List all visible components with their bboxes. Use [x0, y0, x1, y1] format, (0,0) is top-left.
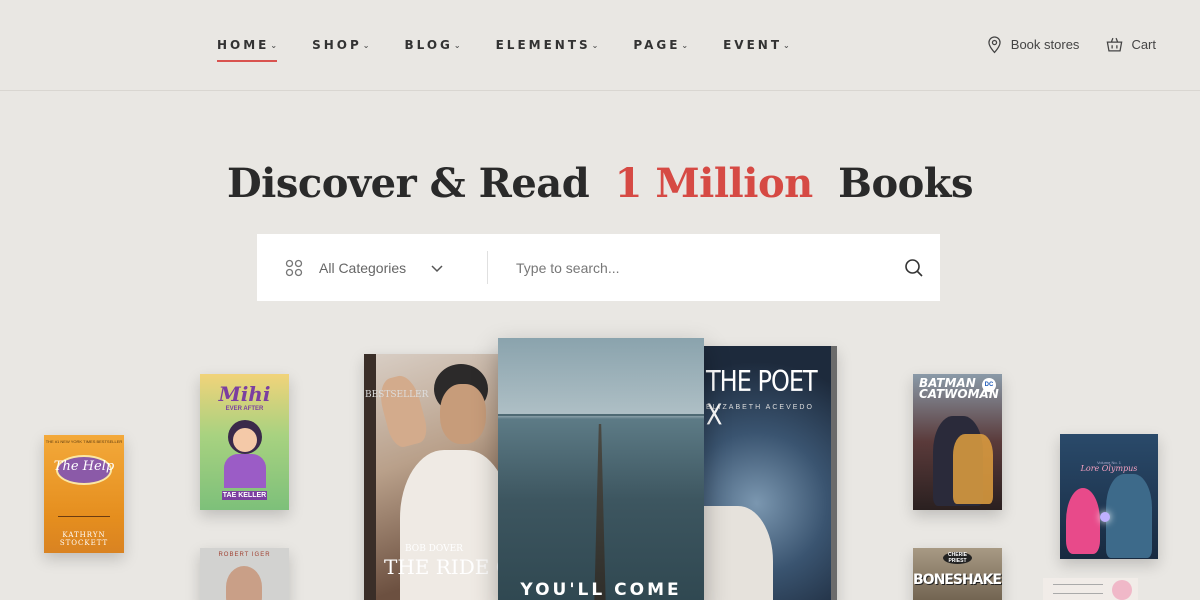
nav-item-blog[interactable]: BLOG ⌄	[404, 38, 460, 52]
book-tagline: THE #1 NEW YORK TIMES BESTSELLER	[45, 439, 123, 444]
illustration-glow	[1100, 512, 1110, 522]
nav-item-event[interactable]: EVENT ⌄	[723, 38, 790, 52]
book-author: ROBERT IGER	[218, 552, 271, 558]
cart-link[interactable]: Cart	[1105, 35, 1156, 54]
nav-label: PAGE	[633, 38, 681, 52]
category-select[interactable]: All Categories	[257, 234, 487, 301]
nav-item-page[interactable]: PAGE ⌄	[633, 38, 688, 52]
chevron-down-icon: ⌄	[681, 40, 689, 50]
illustration-hand	[375, 372, 431, 450]
nav-label: HOME	[217, 38, 270, 52]
author-portrait	[226, 566, 262, 600]
book-cover-iger[interactable]: ROBERT IGER	[200, 548, 289, 600]
book-cover-batman-catwoman[interactable]: BATMAN CATWOMAN DC	[913, 374, 1002, 510]
chevron-down-icon: ⌄	[270, 40, 278, 50]
book-title: YOU'LL COME	[520, 580, 682, 600]
book-author: ELIZABETH ACEVEDO	[706, 404, 814, 411]
book-subtitle: EVER AFTER	[225, 406, 264, 412]
illustration-figure	[1106, 474, 1152, 558]
nav-label: ELEMENTS	[495, 38, 591, 52]
search-button[interactable]	[888, 234, 940, 301]
main-nav: HOME ⌄ SHOP ⌄ BLOG ⌄ ELEMENTS ⌄ PAGE ⌄ E…	[217, 38, 825, 62]
book-title: BONESHAKER	[913, 572, 1002, 588]
pier-illustration	[594, 424, 606, 600]
hero-title-accent: 1 Million	[614, 160, 814, 207]
grid-icon	[285, 259, 303, 276]
book-stores-label: Book stores	[1010, 37, 1080, 52]
illustration-cloth	[703, 506, 773, 600]
author-badge: CHERIE PRIEST	[943, 552, 972, 564]
book-cover-ride-of-a-lifetime[interactable]: BESTSELLER BOB DOVER THE RIDE OF A LIFET…	[364, 354, 504, 600]
basket-icon	[1107, 37, 1123, 52]
chevron-down-icon: ⌄	[362, 40, 370, 50]
book-cover-poet-x[interactable]: THE POET X ELIZABETH ACEVEDO	[703, 346, 837, 600]
nav-item-home[interactable]: HOME ⌄	[217, 38, 278, 62]
search-input[interactable]	[488, 259, 888, 276]
horizon-line	[498, 414, 704, 416]
site-header: HOME ⌄ SHOP ⌄ BLOG ⌄ ELEMENTS ⌄ PAGE ⌄ E…	[0, 0, 1200, 91]
book-cover-partial[interactable]	[1043, 578, 1138, 600]
book-author: BOB DOVER	[405, 544, 463, 554]
book-cover-boneshaker[interactable]: CHERIE PRIEST BONESHAKER	[913, 548, 1002, 600]
book-edge	[831, 346, 837, 600]
map-pin-icon	[988, 36, 1001, 54]
book-title: THE RIDE OF A LIFETIME	[384, 555, 504, 579]
illustration-face	[233, 428, 257, 452]
illustration-face	[440, 384, 486, 444]
book-title: Mihi	[218, 382, 271, 406]
book-cover-the-help[interactable]: THE #1 NEW YORK TIMES BESTSELLER The Hel…	[44, 435, 124, 553]
publisher-logo: DC	[982, 378, 996, 392]
header-actions: Book stores Cart	[985, 35, 1156, 54]
wire-illustration	[58, 516, 110, 517]
spine-text: BESTSELLER	[365, 384, 428, 406]
nav-label: SHOP	[312, 38, 362, 52]
book-cover-youll-come[interactable]: YOU'LL COME	[498, 338, 704, 600]
flower-illustration	[1112, 580, 1132, 600]
nav-label: EVENT	[723, 38, 783, 52]
book-title: Lore Olympus	[1080, 464, 1138, 473]
book-title: The Help	[53, 459, 115, 474]
nav-item-elements[interactable]: ELEMENTS ⌄	[496, 38, 599, 52]
illustration-figure-pink	[1066, 488, 1100, 554]
hero-title-after: Books	[838, 160, 974, 207]
illustration-catwoman	[953, 434, 993, 504]
illustration-body	[224, 454, 266, 488]
search-icon	[905, 258, 923, 277]
chevron-down-icon: ⌄	[783, 40, 790, 50]
book-title: THE POET X	[706, 364, 818, 432]
book-author: KATHRYN STOCKETT	[59, 531, 109, 547]
book-cover-lore-olympus[interactable]: Volume No. 1 Lore Olympus	[1060, 434, 1158, 559]
nav-label: BLOG	[404, 38, 453, 52]
book-author: TAE KELLER	[222, 491, 267, 500]
chevron-down-icon: ⌄	[591, 40, 599, 50]
chevron-down-icon: ⌄	[453, 40, 461, 50]
chevron-down-icon	[431, 264, 443, 272]
nav-item-shop[interactable]: SHOP ⌄	[312, 38, 369, 52]
text-lines	[1053, 584, 1103, 594]
hero-title: Discover & Read 1 Million Books	[0, 160, 1200, 207]
search-bar: All Categories	[257, 234, 940, 301]
cart-label: Cart	[1131, 37, 1156, 52]
book-stores-link[interactable]: Book stores	[985, 35, 1080, 54]
book-cover-mihi[interactable]: Mihi EVER AFTER TAE KELLER	[200, 374, 289, 510]
category-label: All Categories	[319, 259, 407, 276]
hero-title-before: Discover & Read	[226, 160, 590, 207]
